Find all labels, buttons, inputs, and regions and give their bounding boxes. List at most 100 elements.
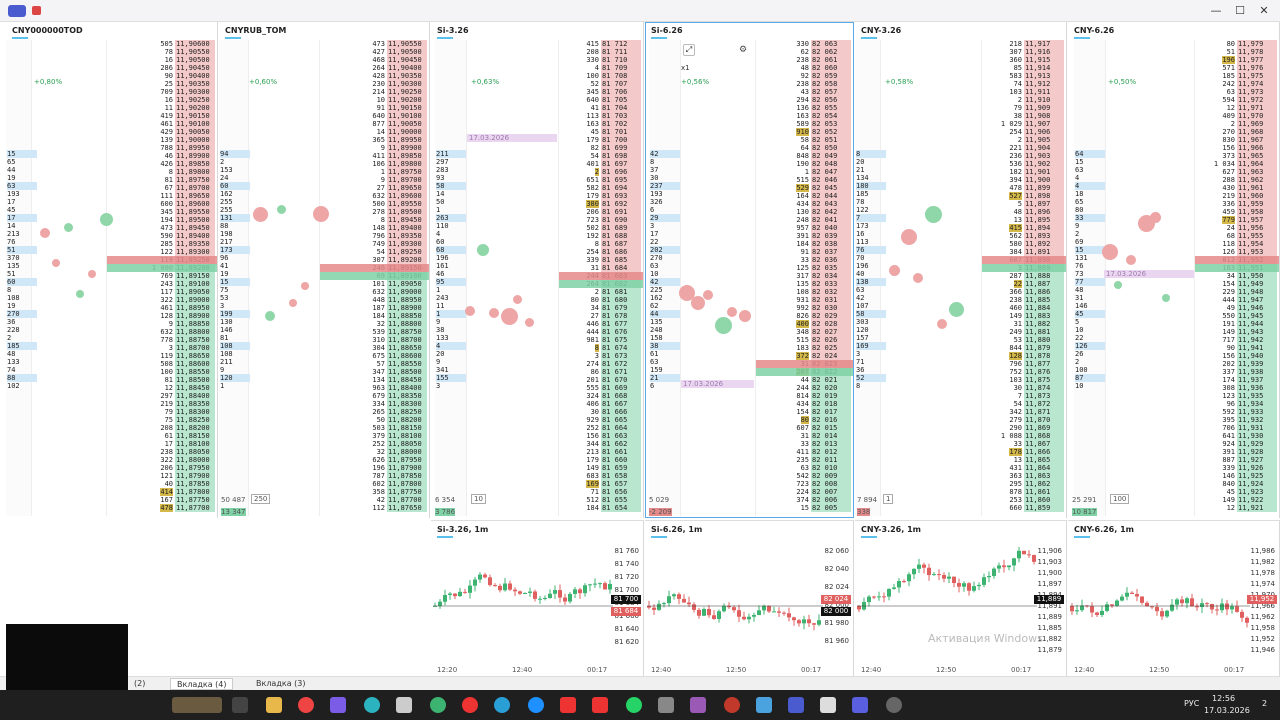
ladder-row[interactable]: 230 11,90300 — [320, 80, 429, 88]
ladder-row[interactable]: 264 11,90400 — [320, 64, 429, 72]
notification-count[interactable]: 2 — [1262, 699, 1267, 708]
ladder-row[interactable]: 163 82 054 — [756, 112, 853, 120]
ladder-row[interactable]: 41 81 704 — [559, 104, 643, 112]
ladder-row[interactable]: 184 11,88850 — [320, 312, 429, 320]
candle-chart-si-6-26[interactable]: Si-6.26, 1m 82 060 82 040 82 024 82 000 81 9… — [645, 520, 854, 676]
ladder-row[interactable]: 12 11,971 — [1195, 104, 1279, 112]
ladder-row[interactable]: 431 11,864 — [982, 464, 1066, 472]
ladder-row[interactable]: 632 11,89600 — [320, 192, 429, 200]
ladder-row[interactable]: 244 82 020 — [756, 384, 853, 392]
ladder-row[interactable]: 286 11,90450 — [107, 64, 217, 72]
ladder-row[interactable]: 307 11,89200 — [320, 256, 429, 264]
ladder-row[interactable]: 2 81 681 — [559, 288, 643, 296]
ladder-row[interactable]: 100 11,88550 — [107, 368, 217, 376]
ladder-row[interactable]: 461 11,90100 — [107, 120, 217, 128]
ladder-row[interactable]: 294 82 056 — [756, 96, 853, 104]
ladder-row[interactable]: 52 81 707 — [559, 80, 643, 88]
ladder-row[interactable]: 840 11,924 — [1195, 480, 1279, 488]
ladder-row[interactable]: 130 82 042 — [756, 208, 853, 216]
ladder-row[interactable]: 208 11,88200 — [107, 424, 217, 432]
ladder-row[interactable]: 252 11,88050 — [320, 440, 429, 448]
ladder-row[interactable]: 1 034 11,964 — [1195, 160, 1279, 168]
ladder-row[interactable]: 49 11,946 — [1195, 304, 1279, 312]
opera-icon[interactable] — [462, 697, 478, 713]
candle-chart-si-3-26[interactable]: Si-3.26, 1m 81 760 81 740 81 720 81 700 81 6… — [431, 520, 644, 676]
ladder-row[interactable]: 503 11,88150 — [320, 424, 429, 432]
ladder-row[interactable]: 347 11,88500 — [320, 368, 429, 376]
ladder-row[interactable]: 330 82 063 — [756, 40, 853, 48]
ladder-row[interactable]: 58 82 051 — [756, 136, 853, 144]
ladder-row[interactable]: 651 81 695 — [559, 176, 643, 184]
ladder-row[interactable]: 12 11,88450 — [107, 384, 217, 392]
ladder-row[interactable]: 322 11,88000 — [107, 456, 217, 464]
ladder-row[interactable]: 373 11,965 — [1195, 152, 1279, 160]
ladder-row[interactable]: 149 11,943 — [1195, 328, 1279, 336]
dom-ladder[interactable]: 80 11,979 51 11,978 196 11,977 571 11,976 185 11,… — [1194, 40, 1279, 516]
ladder-row[interactable]: 12 11,921 — [1195, 504, 1279, 512]
ladder-row[interactable]: 253 11,860 — [982, 496, 1066, 504]
ladder-row[interactable]: 706 11,931 — [1195, 424, 1279, 432]
ladder-row[interactable]: 924 11,929 — [1195, 440, 1279, 448]
ladder-row[interactable]: 80 11,979 — [1195, 40, 1279, 48]
ladder-row[interactable]: 778 11,88750 — [107, 336, 217, 344]
ladder-row[interactable]: 238 11,885 — [982, 296, 1066, 304]
ladder-row[interactable]: 324 81 668 — [559, 392, 643, 400]
ladder-row[interactable]: 51 11,978 — [1195, 48, 1279, 56]
ladder-row[interactable]: 2 11,905 — [982, 136, 1066, 144]
ladder-row[interactable]: 788 11,89950 — [107, 144, 217, 152]
ladder-row[interactable]: 182 11,901 — [982, 168, 1066, 176]
ladder-row[interactable]: 878 11,861 — [982, 488, 1066, 496]
ladder-row[interactable]: 749 11,89300 — [320, 240, 429, 248]
ladder-row[interactable]: 79 11,909 — [982, 104, 1066, 112]
ladder-row[interactable]: 877 11,90050 — [320, 120, 429, 128]
ladder-row[interactable]: 380 81 692 — [559, 200, 643, 208]
ladder-row[interactable]: 529 82 045 — [756, 184, 853, 192]
ladder-row[interactable]: 887 11,927 — [1195, 456, 1279, 464]
ladder-row[interactable]: 238 82 061 — [756, 56, 853, 64]
language-indicator[interactable]: РУС — [1184, 699, 1199, 708]
lot-size-badge[interactable]: 100 — [1110, 494, 1130, 504]
ladder-row[interactable]: 192 81 688 — [559, 232, 643, 240]
ladder-row[interactable]: 512 81 655 — [559, 496, 643, 504]
orderbook-panel-cny-6-26[interactable]: CNY-6.26 +0,50% 80 11,979 51 11,978 196 11,97… — [1068, 22, 1280, 518]
ladder-row[interactable]: 27 11,89650 — [320, 184, 429, 192]
ladder-row[interactable]: 308 11,936 — [1195, 384, 1279, 392]
ladder-row[interactable]: 43 82 057 — [756, 88, 853, 96]
ladder-row[interactable]: 206 81 691 — [559, 208, 643, 216]
ladder-row[interactable]: 178 11,866 — [982, 448, 1066, 456]
ladder-row[interactable]: 8 81 674 — [559, 344, 643, 352]
ladder-row[interactable]: 45 11,923 — [1195, 488, 1279, 496]
ladder-row[interactable]: 48 11,896 — [982, 208, 1066, 216]
ladder-row[interactable]: 848 82 049 — [756, 152, 853, 160]
app-icon[interactable] — [330, 697, 346, 713]
ladder-row[interactable]: 717 11,942 — [1195, 336, 1279, 344]
ladder-row[interactable]: 963 11,88400 — [320, 384, 429, 392]
ladder-row[interactable]: 429 11,90050 — [107, 128, 217, 136]
ladder-row[interactable]: 337 11,938 — [1195, 368, 1279, 376]
ladder-row[interactable]: 844 11,879 — [982, 344, 1066, 352]
ladder-row[interactable]: 446 81 677 — [559, 320, 643, 328]
ladder-row[interactable]: 100 81 708 — [559, 72, 643, 80]
ladder-row[interactable]: 931 82 031 — [756, 296, 853, 304]
ladder-row[interactable]: 42 11,87700 — [320, 496, 429, 504]
ladder-row[interactable]: 459 11,958 — [1195, 208, 1279, 216]
ladder-row[interactable]: 238 82 058 — [756, 80, 853, 88]
ladder-row[interactable]: 183 82 025 — [756, 344, 853, 352]
dom-ladder[interactable]: 415 81 712 208 81 711 330 81 710 4 81 709 100 81 … — [558, 40, 643, 516]
ladder-row[interactable]: 285 11,89350 — [107, 240, 217, 248]
ladder-row[interactable]: 796 11,877 — [982, 360, 1066, 368]
ladder-row[interactable]: 179 81 693 — [559, 192, 643, 200]
ladder-row[interactable]: 248 82 041 — [756, 216, 853, 224]
ladder-row[interactable]: 91 82 037 — [756, 248, 853, 256]
ladder-row[interactable]: 9 11,88850 — [107, 320, 217, 328]
ladder-row[interactable]: 640 81 705 — [559, 96, 643, 104]
ladder-row[interactable]: 550 11,945 — [1195, 312, 1279, 320]
ladder-row[interactable]: 307 11,916 — [982, 48, 1066, 56]
ladder-row[interactable]: 460 11,884 — [982, 304, 1066, 312]
ladder-row[interactable]: 391 11,928 — [1195, 448, 1279, 456]
ladder-row[interactable]: 330 81 710 — [559, 56, 643, 64]
ladder-row[interactable]: 196 11,87900 — [320, 464, 429, 472]
ladder-row[interactable]: 139 11,90000 — [107, 136, 217, 144]
ladder-row[interactable]: 415 81 712 — [559, 40, 643, 48]
ladder-row[interactable]: 297 11,88400 — [107, 392, 217, 400]
